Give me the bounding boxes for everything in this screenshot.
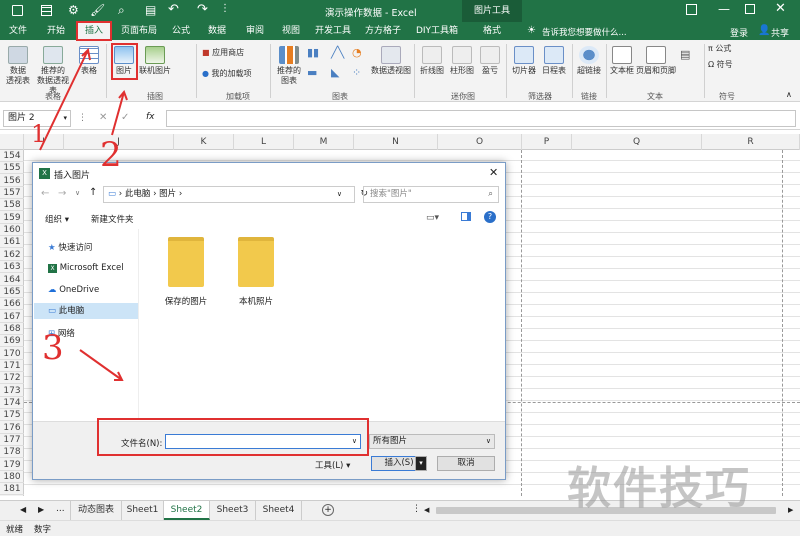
- annotation-number-2: 2: [100, 135, 122, 175]
- prev-sheet-icon[interactable]: ◀: [20, 505, 26, 514]
- sheet-tab[interactable]: Sheet1: [122, 501, 164, 520]
- status-bar: 就绪 数字: [0, 520, 800, 536]
- annotation-number-3: 3: [42, 328, 64, 368]
- hscroll-left-icon[interactable]: ◀: [424, 506, 429, 514]
- add-sheet-icon[interactable]: +: [322, 504, 334, 516]
- sheet-tab-active[interactable]: Sheet2: [164, 501, 210, 520]
- hscroll-options-icon: ⋮: [412, 504, 421, 514]
- next-sheet-icon[interactable]: ▶: [38, 505, 44, 514]
- sheet-tab[interactable]: Sheet3: [210, 501, 256, 520]
- hscroll-right-icon[interactable]: ▶: [788, 506, 793, 514]
- arrow-3: [79, 349, 124, 381]
- arrow-2: [111, 90, 128, 136]
- status-numlock: 数字: [34, 525, 52, 535]
- sheet-tab[interactable]: Sheet4: [256, 501, 302, 520]
- annotation-number-1: 1: [31, 120, 47, 148]
- sheet-tab[interactable]: 动态图表: [70, 501, 122, 520]
- watermark: 软件技巧: [567, 463, 751, 514]
- more-sheets-icon[interactable]: ...: [56, 504, 65, 514]
- arrow-1: [39, 47, 91, 151]
- status-ready: 就绪: [6, 525, 24, 535]
